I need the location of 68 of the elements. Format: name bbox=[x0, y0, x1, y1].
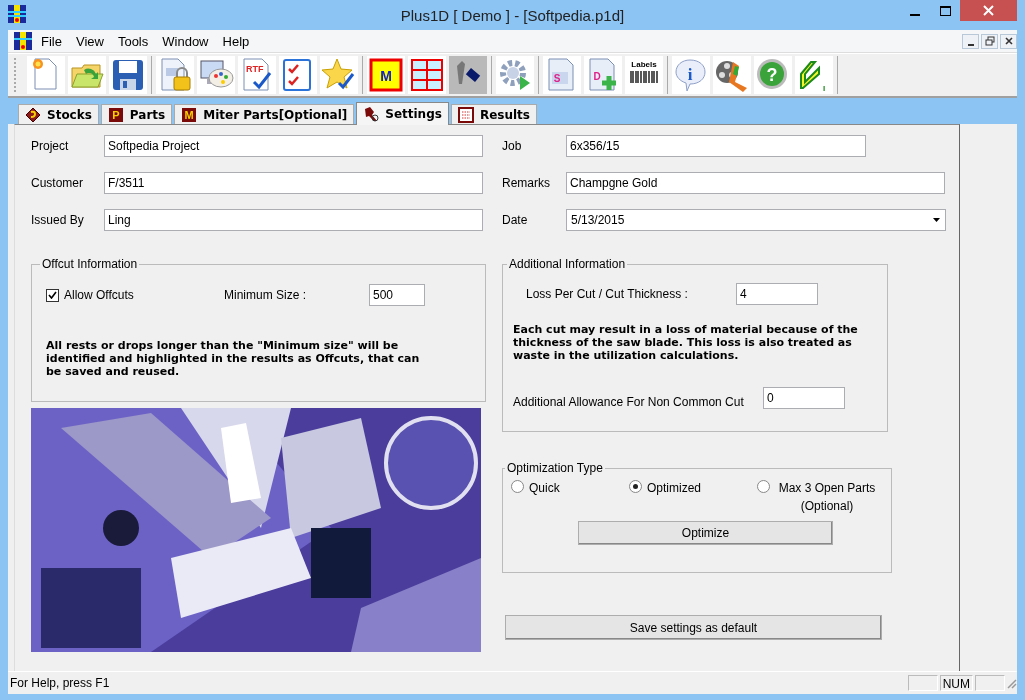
group-title: Offcut Information bbox=[41, 257, 139, 271]
minimize-icon bbox=[967, 43, 974, 46]
menu-item[interactable]: Window bbox=[155, 31, 216, 51]
resize-grip-icon bbox=[1005, 677, 1017, 689]
restore-button[interactable] bbox=[981, 33, 998, 49]
input-field[interactable]: 0 bbox=[763, 387, 845, 409]
checkbox[interactable] bbox=[46, 288, 59, 302]
radio-label[interactable]: Quick bbox=[529, 479, 629, 497]
save-default-button[interactable]: Save settings as default bbox=[505, 615, 882, 640]
tab[interactable]: Stocks bbox=[18, 104, 99, 124]
loss-note: Each cut may result in a loss of material because of the thickness of the saw blade. This loss is also treated as waste in the utilization calculations. bbox=[513, 323, 859, 362]
parts-icon: P bbox=[107, 106, 124, 123]
radio-button[interactable] bbox=[757, 480, 770, 493]
status-pane bbox=[975, 675, 1005, 691]
status-pane bbox=[907, 675, 938, 691]
field-label: Project bbox=[31, 139, 70, 153]
tab[interactable]: Results bbox=[450, 104, 537, 124]
input-field[interactable]: Champgne Gold bbox=[566, 172, 945, 194]
tab[interactable]: P Parts bbox=[100, 104, 173, 124]
tab[interactable]: M Miter Parts[Optional] bbox=[174, 104, 355, 124]
radio-button[interactable] bbox=[511, 480, 524, 493]
status-text: For Help, press F1 bbox=[9, 676, 111, 690]
field-label: Loss Per Cut / Cut Thickness : bbox=[526, 287, 689, 301]
miter-icon: M bbox=[181, 106, 198, 123]
input-field[interactable]: Softpedia Project bbox=[104, 135, 483, 157]
letter-box-icon[interactable]: M bbox=[367, 56, 405, 94]
caret-icon bbox=[933, 218, 940, 222]
radio-label[interactable]: Optimized bbox=[647, 479, 757, 497]
tab[interactable]: Settings bbox=[356, 102, 449, 125]
maximize-icon bbox=[939, 5, 951, 16]
restore-icon bbox=[984, 36, 995, 46]
field-label: Additional Allowance For Non Common Cut bbox=[513, 395, 745, 409]
menu-item[interactable]: View bbox=[68, 31, 111, 51]
field-label: Minimum Size : bbox=[224, 288, 307, 302]
radio-label[interactable]: Max 3 Open Parts (Optional) bbox=[775, 479, 879, 515]
field-label: Customer bbox=[31, 176, 84, 190]
window-title: Plus1D [ Demo ] - [Softpedia.p1d] bbox=[400, 7, 625, 24]
close-icon bbox=[1003, 36, 1014, 46]
grid-icon[interactable] bbox=[408, 56, 446, 94]
date-dropdown[interactable]: 5/13/2015 bbox=[566, 209, 946, 231]
input-field[interactable]: Ling bbox=[104, 209, 483, 231]
input-field[interactable]: 4 bbox=[736, 283, 818, 305]
minimize-icon bbox=[910, 13, 920, 16]
app-icon bbox=[8, 5, 26, 23]
menu-item[interactable]: Help bbox=[215, 31, 257, 51]
check-icon bbox=[48, 291, 57, 299]
menu-item[interactable]: File bbox=[34, 31, 69, 51]
stocks-icon bbox=[25, 106, 41, 123]
input-field[interactable]: 500 bbox=[369, 284, 425, 306]
table-icon bbox=[457, 106, 474, 123]
optimize-button[interactable]: Optimize bbox=[578, 521, 833, 545]
input-field[interactable]: 6x356/15 bbox=[566, 135, 866, 157]
group-title: Optimization Type bbox=[506, 461, 604, 475]
input-field[interactable]: F/3511 bbox=[104, 172, 483, 194]
close-button[interactable] bbox=[1000, 33, 1017, 49]
field-label: Date bbox=[502, 213, 529, 227]
close-icon bbox=[983, 5, 994, 16]
radio-button[interactable] bbox=[629, 480, 642, 493]
offcut-note: All rests or drops longer than the "Minimum size" will be identified and highlighted in the results as Offcuts, that can be saved and reused. bbox=[46, 339, 421, 378]
checkbox-label[interactable]: Allow Offcuts bbox=[64, 288, 224, 302]
document-icon bbox=[14, 32, 32, 50]
status-pane: NUM bbox=[939, 675, 973, 691]
group-title: Additional Information bbox=[508, 257, 627, 271]
field-label: Job bbox=[502, 139, 523, 153]
field-label: Issued By bbox=[31, 213, 85, 227]
field-label: Remarks bbox=[502, 176, 551, 190]
menu-item[interactable]: Tools bbox=[110, 31, 156, 51]
minimize-button[interactable] bbox=[962, 33, 979, 49]
